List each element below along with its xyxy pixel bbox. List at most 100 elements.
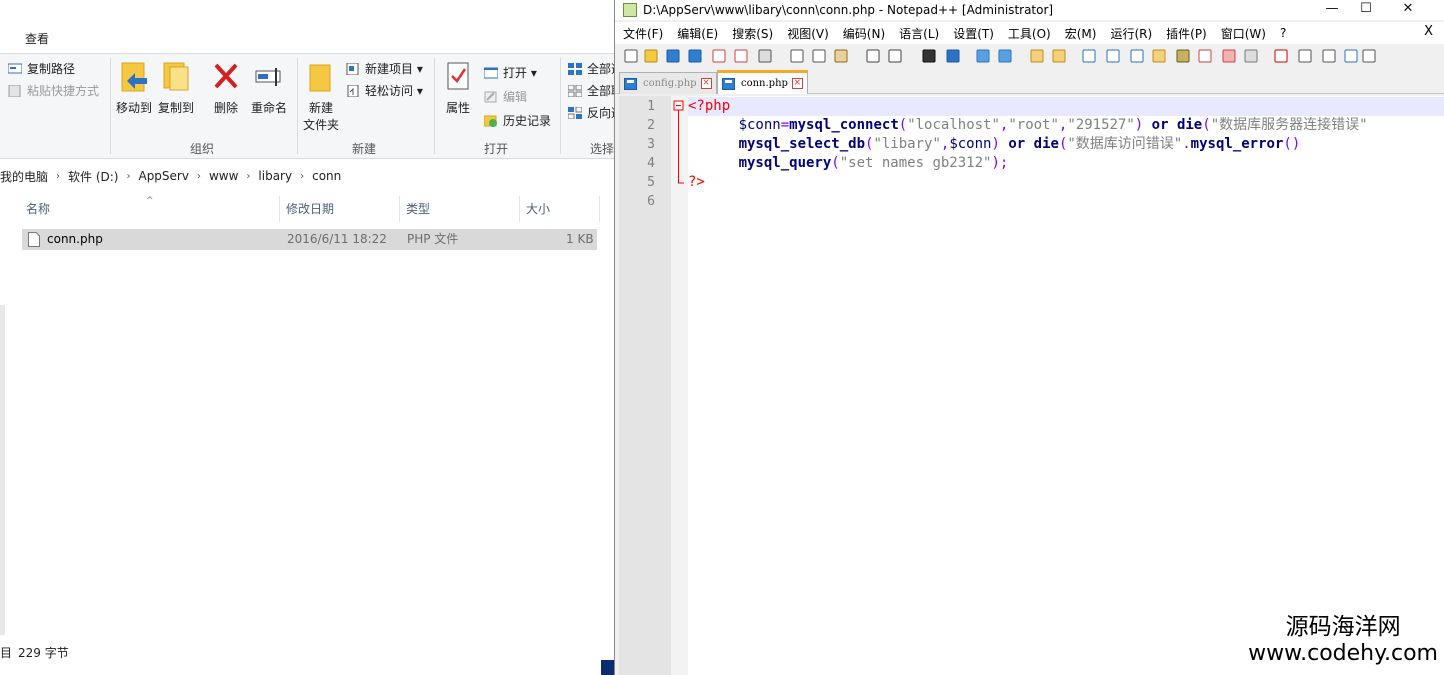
copy-to-button[interactable]: 复制到 (156, 60, 196, 116)
monitoring-icon[interactable] (1243, 48, 1259, 64)
breadcrumb-item[interactable]: AppServ (138, 169, 188, 183)
replace-icon[interactable] (945, 48, 961, 64)
column-name[interactable]: 名称 ^ (22, 196, 280, 222)
breadcrumb-chevron-icon[interactable]: › (300, 171, 304, 182)
doc-map-icon[interactable] (1175, 48, 1191, 64)
file-size: 1 KB (566, 232, 594, 246)
tab-conn-php[interactable]: conn.php × (717, 70, 808, 94)
udl-icon[interactable] (1151, 48, 1167, 64)
close-all-icon[interactable] (733, 48, 749, 64)
menu-item[interactable]: 语言(L) (899, 25, 939, 42)
tab-close-icon[interactable]: × (700, 78, 712, 89)
indent-guide-icon[interactable] (1129, 48, 1145, 64)
sync-v-icon[interactable] (1029, 48, 1045, 64)
breadcrumb-chevron-icon[interactable]: › (56, 171, 60, 182)
undo-icon[interactable] (865, 48, 881, 64)
ribbon-tab-view[interactable]: 查看 (25, 30, 49, 47)
breadcrumb-item[interactable]: www (209, 169, 238, 183)
breadcrumb-chevron-icon[interactable]: › (197, 171, 201, 182)
move-to-button[interactable]: 移动到 (114, 60, 154, 116)
breadcrumb-item[interactable]: 软件 (D:) (68, 168, 118, 185)
save-state-icon (624, 77, 637, 90)
tab-close-icon[interactable]: × (791, 78, 803, 89)
column-type[interactable]: 类型 (402, 196, 520, 222)
menu-item[interactable]: 编辑(E) (677, 25, 718, 42)
print-icon[interactable] (757, 48, 773, 64)
paste-shortcut-button[interactable]: 粘贴快捷方式 (8, 82, 99, 99)
code-line-4: mysql_query("set names gb2312"); (738, 155, 1009, 171)
close-button[interactable]: ✕ (1385, 0, 1431, 20)
code-line-1: <?php (688, 97, 1444, 116)
zoom-in-icon[interactable] (975, 48, 991, 64)
menu-item[interactable]: 工具(O) (1008, 25, 1051, 42)
cut-icon[interactable] (789, 48, 805, 64)
breadcrumb-item[interactable]: libary (258, 169, 292, 183)
rename-button[interactable]: 重命名 (246, 60, 292, 116)
menu-item[interactable]: ? (1280, 26, 1286, 40)
close-file-icon[interactable] (711, 48, 727, 64)
save-icon[interactable] (665, 48, 681, 64)
find-icon[interactable] (921, 48, 937, 64)
edit-icon (484, 91, 498, 103)
show-all-chars-icon[interactable] (1105, 48, 1121, 64)
code-editor[interactable]: 1 2 3 4 5 6 <?php $conn=mysql_connect("localh… (619, 96, 1444, 675)
sync-h-icon[interactable] (1051, 48, 1067, 64)
group-label-select: 选择 (590, 142, 614, 156)
delete-button[interactable]: 删除 (208, 60, 244, 116)
menu-item[interactable]: 窗口(W) (1221, 25, 1266, 42)
line-number-gutter: 1 2 3 4 5 6 (619, 96, 671, 675)
copy-path-button[interactable]: 复制路径 (7, 60, 75, 77)
stop-macro-icon[interactable] (1297, 48, 1313, 64)
zoom-out-icon[interactable] (997, 48, 1013, 64)
breadcrumb[interactable]: 我的电脑 › 软件 (D:) › AppServ › www › libary › conn (0, 165, 614, 187)
menu-item[interactable]: 文件(F) (623, 25, 663, 42)
menu-item[interactable]: 编码(N) (843, 25, 885, 42)
tab-config-php[interactable]: config.php × (619, 72, 717, 94)
save-all-icon[interactable] (687, 48, 703, 64)
folder-as-workspace-icon[interactable] (1221, 48, 1237, 64)
function-list-icon[interactable] (1197, 48, 1213, 64)
menu-item[interactable]: 宏(M) (1065, 25, 1097, 42)
maximize-button[interactable]: ☐ (1343, 0, 1389, 20)
history-button[interactable]: 历史记录 (483, 112, 551, 129)
word-wrap-icon[interactable] (1081, 48, 1097, 64)
properties-button[interactable]: 属性 (440, 60, 476, 116)
breadcrumb-item[interactable]: 我的电脑 (0, 168, 48, 185)
easy-access-button[interactable]: 轻松访问 ▾ (346, 82, 423, 99)
breadcrumb-chevron-icon[interactable]: › (126, 171, 130, 182)
redo-icon[interactable] (887, 48, 903, 64)
copy-icon[interactable] (811, 48, 827, 64)
invert-selection-button[interactable]: 反向选 (567, 104, 614, 121)
select-all-button[interactable]: 全部选 (568, 60, 614, 77)
select-none-label: 全部取 (587, 84, 614, 98)
move-to-label: 移动到 (115, 101, 152, 115)
close-document-button[interactable]: X (1424, 24, 1433, 39)
select-none-button[interactable]: 全部取 (567, 82, 614, 99)
new-folder-button[interactable]: 新建 文件夹 (300, 60, 342, 133)
menu-item[interactable]: 设置(T) (953, 25, 994, 42)
open-button[interactable]: 打开 ▾ (483, 64, 537, 81)
code-line-3: mysql_select_db("libary",$conn) or die("… (738, 136, 1301, 152)
copy-path-icon (7, 63, 23, 75)
menu-item[interactable]: 插件(P) (1166, 25, 1207, 42)
column-size[interactable]: 大小 (522, 196, 600, 222)
run-macro-multiple-icon[interactable] (1343, 48, 1359, 64)
new-item-label: 新建项目 ▾ (365, 62, 423, 76)
open-file-icon[interactable] (643, 48, 659, 64)
column-modified[interactable]: 修改日期 (282, 196, 400, 222)
play-macro-icon[interactable] (1321, 48, 1337, 64)
edit-button[interactable]: 编辑 (484, 88, 527, 105)
file-row[interactable]: conn.php 2016/6/11 18:22 PHP 文件 1 KB (22, 229, 597, 250)
new-file-icon[interactable] (623, 48, 639, 64)
breadcrumb-chevron-icon[interactable]: › (246, 171, 250, 182)
menu-item[interactable]: 搜索(S) (732, 25, 773, 42)
save-macro-icon[interactable] (1361, 48, 1377, 64)
select-all-icon (568, 62, 582, 75)
menu-item[interactable]: 视图(V) (787, 25, 829, 42)
breadcrumb-item[interactable]: conn (312, 169, 341, 183)
record-macro-icon[interactable] (1273, 48, 1289, 64)
code-area[interactable]: <?php $conn=mysql_connect("localhost","r… (688, 96, 1444, 675)
menu-item[interactable]: 运行(R) (1110, 25, 1152, 42)
new-item-button[interactable]: 新建项目 ▾ (346, 60, 423, 77)
paste-icon[interactable] (833, 48, 849, 64)
